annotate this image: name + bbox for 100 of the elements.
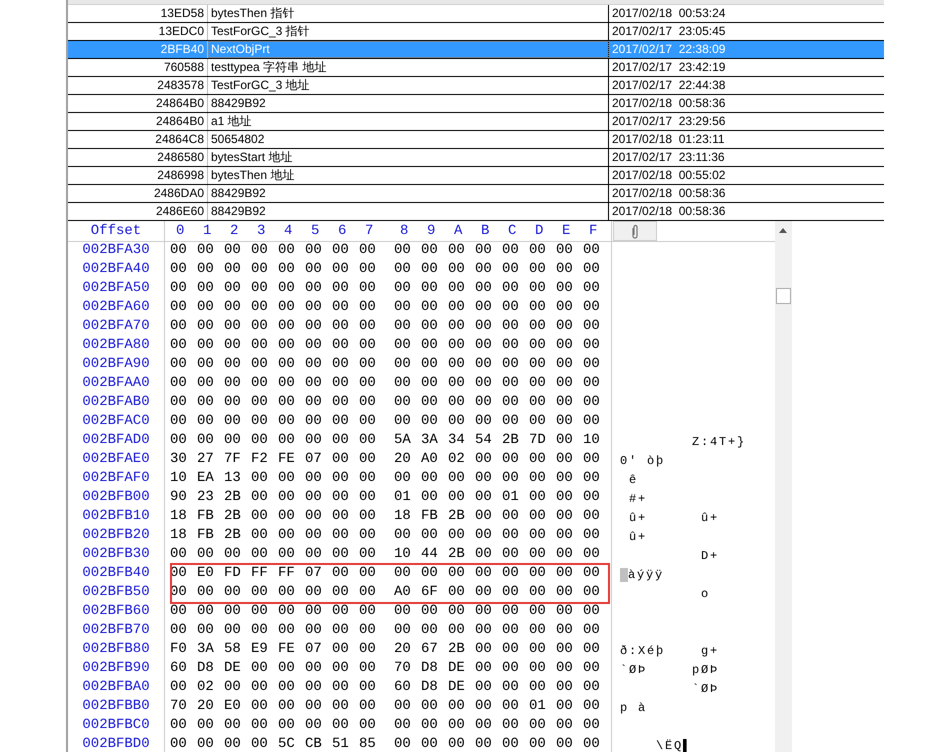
byte-cell-text: E0 (224, 698, 242, 716)
scroll-up-icon[interactable] (779, 228, 787, 233)
byte-cell-text: 3A (197, 641, 215, 659)
byte-cell-text: 00 (583, 641, 601, 659)
byte-cell-text: 00 (305, 508, 323, 526)
byte-cell-text: 00 (278, 489, 296, 507)
time-cell-text: 2017/02/17 23:29:56 (611, 113, 726, 130)
byte-cell-text: 00 (197, 717, 215, 735)
scroll-thumb[interactable] (776, 288, 791, 304)
byte-cell-text: 00 (224, 717, 242, 735)
offset-cell: 002BFA60 (68, 299, 165, 318)
byte-cell-text: 00 (305, 432, 323, 450)
byte-cell-text: 20 (394, 451, 412, 469)
byte-cell-text: 00 (448, 375, 466, 393)
byte-cell-text: 00 (197, 337, 215, 355)
list-row[interactable]: 13ED58 bytesThen 指针 2017/02/18 00:53:24 (68, 5, 884, 23)
byte-cell-text: 00 (170, 622, 188, 640)
byte-cell-text: 00 (556, 451, 574, 469)
byte-cell-text: 00 (529, 546, 547, 564)
byte-cell-text: 00 (224, 375, 242, 393)
list-row[interactable]: 2486E60 88429B92 2017/02/18 00:58:36 (68, 203, 884, 221)
byte-cell-text: 00 (359, 527, 377, 545)
list-row[interactable]: 2486998 bytesThen 地址 2017/02/18 00:55:02 (68, 167, 884, 185)
byte-cell-text: 00 (278, 660, 296, 678)
list-row[interactable]: 24864B0 a1 地址 2017/02/17 23:29:56 (68, 113, 884, 131)
list-row[interactable]: 2486580 bytesStart 地址 2017/02/17 23:11:36 (68, 149, 884, 167)
byte-cell-text: 00 (556, 318, 574, 336)
byte-cell-text: 00 (529, 527, 547, 545)
paperclip-button[interactable] (613, 221, 657, 241)
byte-cell-text: 00 (475, 489, 493, 507)
address-cell: 2BFB40 (68, 41, 208, 58)
byte-cell-text: 00 (448, 565, 466, 583)
byte-cell-text: 00 (170, 413, 188, 431)
ascii-text: p à (620, 700, 648, 714)
byte-cell-text: 00 (502, 413, 520, 431)
time-cell-text: 2017/02/18 00:58:36 (611, 95, 726, 112)
list-row[interactable]: 24864C8 50654802 2017/02/18 01:23:11 (68, 131, 884, 149)
byte-cell-text: 00 (529, 280, 547, 298)
byte-cell-text: 00 (448, 337, 466, 355)
byte-cell-text: 00 (502, 451, 520, 469)
time-cell-text: 2017/02/18 00:58:36 (611, 185, 726, 202)
byte-cell-text: 00 (359, 375, 377, 393)
byte-cell-text: 00 (332, 660, 350, 678)
byte-cell-text: 00 (359, 508, 377, 526)
byte-cell-text: 00 (475, 660, 493, 678)
byte-cell-text: 02 (448, 451, 466, 469)
offset-cell: 002BFB60 (68, 603, 165, 622)
time-cell-text: 2017/02/17 23:11:36 (611, 149, 726, 166)
byte-cell-text: 00 (583, 584, 601, 602)
list-row[interactable]: 2483578 TestForGC_3 地址 2017/02/17 22:44:38 (68, 77, 884, 95)
byte-cell-text: DE (224, 660, 242, 678)
name-cell: bytesThen 指针 (208, 5, 609, 22)
byte-cell-text: 00 (251, 470, 269, 488)
byte-cell-text: 00 (394, 394, 412, 412)
byte-cell-text: D8 (421, 660, 439, 678)
offset-cell: 002BFBC0 (68, 717, 165, 736)
list-row[interactable]: 2486DA0 88429B92 2017/02/18 00:58:36 (68, 185, 884, 203)
byte-cell-text: 00 (583, 337, 601, 355)
byte-cell-text: 00 (475, 356, 493, 374)
byte-cell-text: 00 (556, 717, 574, 735)
byte-cell-text: 00 (502, 299, 520, 317)
ascii-text: 0' òþ (620, 454, 666, 468)
byte-cell-text: A0 (421, 451, 439, 469)
byte-cell-text: E0 (197, 565, 215, 583)
byte-cell-text: 00 (170, 717, 188, 735)
byte-cell-text: 00 (305, 679, 323, 697)
byte-cell-text: 00 (278, 698, 296, 716)
byte-cell-text: 07 (305, 565, 323, 583)
byte-cell-text: 00 (305, 280, 323, 298)
byte-cell-text: 2B (448, 641, 466, 659)
byte-cell-text: 00 (394, 717, 412, 735)
byte-cell-text: 00 (448, 394, 466, 412)
byte-cell-text: 00 (332, 318, 350, 336)
list-row[interactable]: 24864B0 88429B92 2017/02/18 00:58:36 (68, 95, 884, 113)
byte-cell-text: 00 (475, 318, 493, 336)
byte-cell-text: 00 (332, 432, 350, 450)
byte-cell-text: 00 (224, 261, 242, 279)
byte-cell-text: 00 (278, 584, 296, 602)
byte-cell-text: 58 (224, 641, 242, 659)
byte-cell-text: 01 (502, 489, 520, 507)
byte-cell-text: 00 (421, 242, 439, 260)
scrollbar[interactable] (775, 221, 792, 752)
byte-cell-text: 00 (556, 356, 574, 374)
ascii-text: D+ (700, 548, 720, 562)
byte-cell-text: 00 (475, 394, 493, 412)
byte-cell-text: 00 (251, 280, 269, 298)
byte-cell-text: 00 (197, 356, 215, 374)
list-row[interactable]: 760588 testtypea 字符串 地址 2017/02/17 23:42:19 (68, 59, 884, 77)
byte-cell-text: 00 (305, 318, 323, 336)
byte-cell-text: 00 (305, 261, 323, 279)
name-cell: bytesThen 地址 (208, 167, 609, 184)
byte-cell-text: 00 (278, 337, 296, 355)
column-header: 8 (399, 222, 410, 241)
byte-cell-text: 00 (502, 565, 520, 583)
byte-cell-text: D8 (197, 660, 215, 678)
byte-cell-text: 00 (529, 299, 547, 317)
offset-cell: 002BFAD0 (68, 432, 165, 451)
byte-cell-text: 00 (583, 660, 601, 678)
byte-cell-text: 00 (197, 546, 215, 564)
byte-cell-text: 00 (359, 413, 377, 431)
